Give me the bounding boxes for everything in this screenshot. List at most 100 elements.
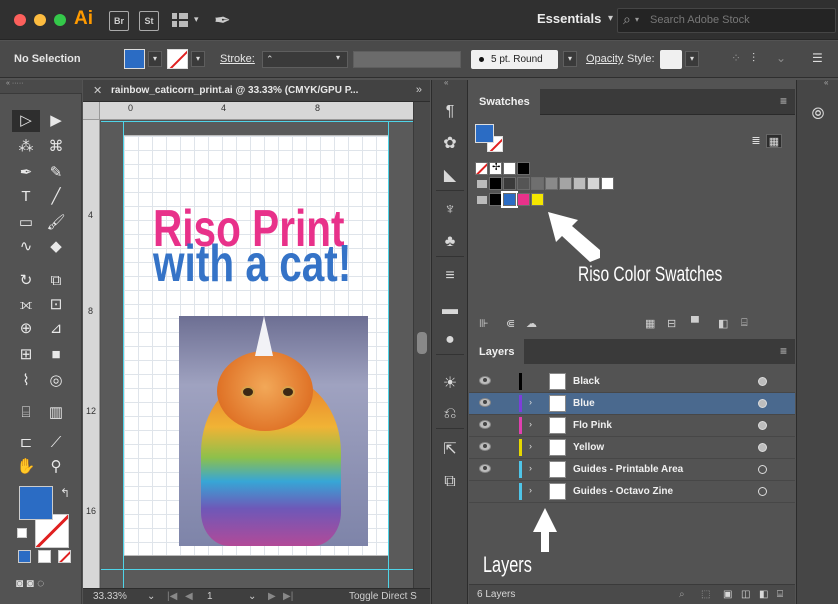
collapse-icon[interactable]: «	[444, 78, 448, 87]
panel-menu-icon[interactable]: ≡	[780, 344, 787, 358]
chevron-down-icon[interactable]: ⌄	[147, 591, 155, 602]
graphic-style-swatch[interactable]	[660, 50, 682, 69]
swatch-gray[interactable]	[559, 177, 572, 190]
fill-swatch[interactable]	[124, 49, 145, 69]
zoom-tool-icon[interactable]: ⚲	[42, 456, 70, 478]
new-layer-icon[interactable]: ◧	[759, 589, 768, 600]
layer-row[interactable]: › Yellow	[469, 437, 795, 459]
layer-row[interactable]: › Blue	[469, 393, 795, 415]
eye-icon[interactable]	[479, 376, 491, 385]
folder-icon[interactable]	[477, 180, 487, 188]
folder-icon[interactable]	[477, 196, 487, 204]
swatch-color[interactable]	[517, 162, 530, 175]
lasso-tool-icon[interactable]: ⌘	[42, 136, 70, 158]
brushes-icon[interactable]: ♆	[440, 200, 460, 220]
creative-cloud-icon[interactable]: ⦾	[808, 106, 828, 126]
layer-name[interactable]: Black	[573, 376, 600, 387]
symbols-icon[interactable]: ♣	[440, 232, 460, 252]
paragraph-icon[interactable]: ¶	[440, 102, 460, 122]
vertical-ruler[interactable]: 4 8 12 16	[83, 102, 100, 588]
eye-icon[interactable]	[479, 420, 491, 429]
swatch-gray[interactable]	[601, 177, 614, 190]
trash-icon[interactable]: ⌸	[777, 589, 783, 600]
hand-tool-icon[interactable]: ✋	[12, 456, 40, 478]
symbol-sprayer-tool-icon[interactable]: ⌸	[12, 402, 40, 424]
tools-grip[interactable]: « ·····	[0, 80, 82, 94]
chevron-right-icon[interactable]: ›	[529, 419, 532, 429]
swatch-gray[interactable]	[545, 177, 558, 190]
swatch-gray[interactable]	[503, 177, 516, 190]
layer-name[interactable]: Guides - Printable Area	[573, 464, 683, 475]
swatch-registration[interactable]: ✢	[489, 162, 502, 175]
ruler-origin[interactable]	[83, 102, 100, 120]
layer-row[interactable]: › Flo Pink	[469, 415, 795, 437]
folder-icon[interactable]: ▀	[691, 317, 699, 329]
target-icon[interactable]	[758, 377, 767, 386]
layer-row[interactable]: Black	[469, 371, 795, 393]
layer-name[interactable]: Blue	[573, 398, 595, 409]
next-page-icon[interactable]: ▶	[268, 591, 276, 602]
panel-menu-icon[interactable]: ≡	[780, 94, 787, 108]
target-icon[interactable]	[758, 421, 767, 430]
swatch-gray[interactable]	[489, 177, 502, 190]
swatch-options-icon[interactable]: ▦	[645, 317, 655, 330]
stroke-dropdown[interactable]: ▾	[191, 51, 205, 67]
chevron-down-icon[interactable]: ▾	[608, 13, 613, 24]
width-tool-icon[interactable]: ⟗	[12, 294, 40, 316]
stroke-icon[interactable]: ≡	[440, 266, 460, 286]
search-icon[interactable]: ⌕	[679, 589, 685, 600]
close-window-button[interactable]	[14, 14, 26, 26]
eyedropper-tool-icon[interactable]: ⌇	[12, 370, 40, 392]
horizontal-ruler[interactable]: 0 4 8	[100, 102, 430, 120]
chevron-down-icon[interactable]: ⌄	[776, 51, 786, 65]
arrange-documents-icon[interactable]	[172, 13, 188, 27]
selection-tool-icon[interactable]: ▷	[12, 110, 40, 132]
swatch-gray[interactable]	[573, 177, 586, 190]
lock-toggle[interactable]	[501, 375, 513, 389]
first-page-icon[interactable]: |◀	[167, 591, 177, 602]
shape-builder-tool-icon[interactable]: ⊕	[12, 318, 40, 340]
eye-icon[interactable]	[479, 442, 491, 451]
chevron-right-icon[interactable]: ›	[529, 485, 532, 495]
new-color-group-icon[interactable]: ⊟	[667, 317, 676, 330]
chevron-right-icon[interactable]: ›	[529, 463, 532, 473]
artboard[interactable]	[123, 135, 389, 556]
last-page-icon[interactable]: ▶|	[283, 591, 293, 602]
zoom-level[interactable]: 33.33%	[93, 591, 127, 602]
chevron-down-icon[interactable]: ⌄	[248, 591, 256, 602]
swatch-gray[interactable]	[531, 177, 544, 190]
rectangle-tool-icon[interactable]: ▭	[12, 212, 40, 234]
layers-tab[interactable]: Layers	[469, 339, 525, 365]
align-icon[interactable]: ⁘	[731, 51, 741, 65]
artboard-tool-icon[interactable]: ⊏	[12, 432, 40, 454]
lock-toggle[interactable]	[501, 463, 513, 477]
minimize-window-button[interactable]	[34, 14, 46, 26]
swatch-riso-color[interactable]	[517, 193, 530, 206]
free-transform-tool-icon[interactable]: ⊡	[42, 294, 70, 316]
lock-toggle[interactable]	[501, 419, 513, 433]
direct-selection-tool-icon[interactable]: ▶	[42, 110, 70, 132]
chevron-down-icon[interactable]: ▾	[331, 51, 345, 67]
none-mode-button[interactable]	[58, 550, 71, 563]
layer-name[interactable]: Guides - Octavo Zine	[573, 486, 673, 497]
color-guide-icon[interactable]: ✿	[440, 134, 460, 154]
rotate-tool-icon[interactable]: ↻	[12, 270, 40, 292]
opacity-label[interactable]: Opacity	[586, 53, 623, 65]
default-fill-stroke-icon[interactable]	[17, 528, 27, 538]
drawing-mode-icon[interactable]: ◙ ◙ ◌	[16, 576, 44, 590]
perspective-grid-tool-icon[interactable]: ⊿	[42, 318, 70, 340]
variable-width-profile[interactable]	[353, 51, 461, 68]
target-icon[interactable]	[758, 399, 767, 408]
swatch-riso-color[interactable]	[489, 193, 502, 206]
cc-libraries-icon[interactable]: ☁	[526, 317, 537, 330]
new-sublayer-icon[interactable]: ◫	[741, 589, 750, 600]
workspace-switcher[interactable]: Essentials	[537, 11, 601, 26]
graphic-styles-icon[interactable]: ☀	[440, 374, 460, 394]
gradient-tool-icon[interactable]: ■	[42, 344, 70, 366]
bridge-button[interactable]: Br	[109, 11, 129, 31]
grid-view-icon[interactable]: ▦	[766, 134, 782, 148]
page-number[interactable]: 1	[207, 591, 213, 602]
show-kinds-icon[interactable]: ⋐	[506, 317, 515, 330]
target-icon[interactable]	[758, 487, 767, 496]
chevron-right-icon[interactable]: ›	[529, 441, 532, 451]
